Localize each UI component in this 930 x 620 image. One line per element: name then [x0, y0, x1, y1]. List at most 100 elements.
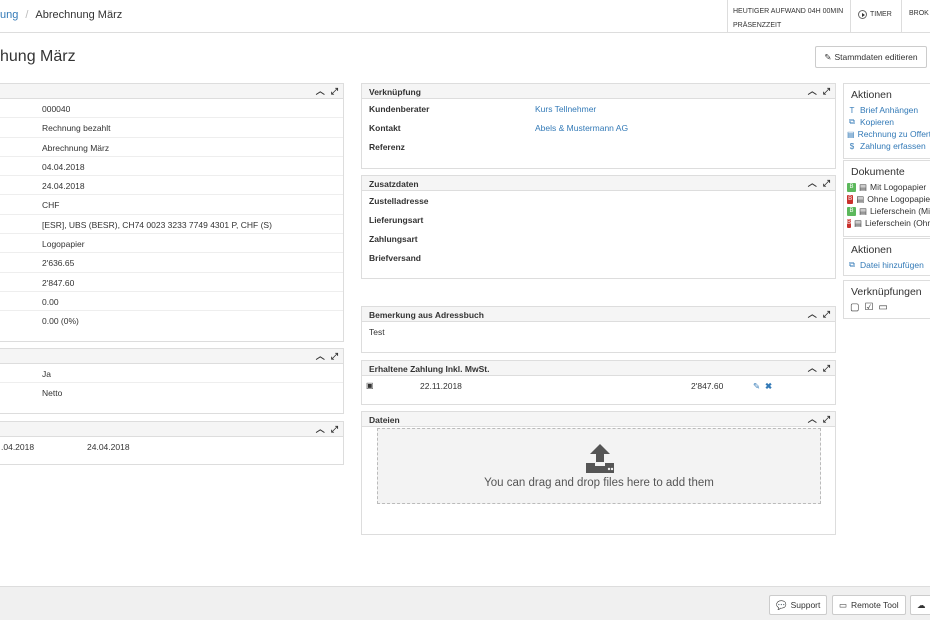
- panel-title: Bemerkung aus Adressbuch: [369, 310, 484, 320]
- chevron-up-icon[interactable]: ︿: [808, 309, 817, 319]
- effort-widget[interactable]: HEUTIGER AUFWAND 04H 00MIN PRÄSENZZEIT: [727, 0, 851, 32]
- invoice-details-panel: ︿ ⤢ 000040 Rechnung bezahlt Abrechnung Mär…: [0, 83, 344, 342]
- support-label: Support: [790, 600, 821, 610]
- panel-title: Zusatzdaten: [369, 179, 419, 189]
- dropzone-text: You can drag and drop files here to add …: [484, 477, 714, 489]
- expand-icon[interactable]: ⤢: [331, 86, 338, 96]
- cloud-button[interactable]: ☁: [910, 595, 930, 615]
- remote-label: Remote Tool: [851, 600, 899, 610]
- value: 24.04.2018: [42, 181, 85, 192]
- expand-icon[interactable]: ⤢: [331, 424, 338, 434]
- chevron-up-icon[interactable]: ︿: [808, 363, 817, 373]
- action-label: Zahlung erfassen: [860, 141, 926, 151]
- invoice-details-list: 000040 Rechnung bezahlt Abrechnung März 04.…: [0, 99, 343, 331]
- document-item[interactable]: B ▤ Ohne Logopapier: [844, 193, 930, 205]
- pdf-icon: B: [847, 194, 854, 204]
- document-item[interactable]: B ▤ Mit Logopapier: [844, 181, 930, 193]
- list-item: Briefversand: [362, 248, 835, 267]
- support-button[interactable]: 💬 Support: [769, 595, 828, 615]
- pdf-icon: B: [847, 206, 856, 216]
- field-label: Kontakt: [369, 123, 401, 133]
- value: 2'636.65: [42, 258, 75, 269]
- list-item: Logopapier: [0, 234, 343, 254]
- zusatzdaten-panel: Zusatzdaten ︿ ⤢ Zustelladresse Lieferung…: [361, 175, 836, 279]
- action-label: Datei hinzufügen: [860, 260, 924, 270]
- field-label: Briefversand: [369, 253, 421, 263]
- list-item: Zahlungsart: [362, 229, 835, 248]
- edit-icon[interactable]: ✎: [753, 381, 760, 392]
- documents-box: Dokumente B ▤ Mit Logopapier B ▤ Ohne Logopa…: [843, 160, 930, 237]
- document-item[interactable]: B ▤ Lieferschein (Mit: [844, 205, 930, 217]
- convert-offer-action[interactable]: ▤ Rechnung zu Offerte: [844, 128, 930, 140]
- expand-icon[interactable]: ⤢: [331, 351, 338, 361]
- value: Logopapier: [42, 239, 85, 250]
- broker-menu[interactable]: BROK: [901, 0, 929, 32]
- remote-tool-button[interactable]: ▭ Remote Tool: [832, 595, 906, 615]
- breadcrumb-current: Abrechnung März: [35, 9, 123, 21]
- field-label: Referenz: [369, 142, 405, 152]
- panel-tools: ︿ ⤢: [316, 424, 338, 434]
- links-title: Verknüpfungen: [851, 286, 922, 298]
- cloud-icon: ☁: [917, 599, 926, 610]
- list-item: CHF: [0, 195, 343, 215]
- field-label: Lieferungsart: [369, 215, 424, 225]
- delete-icon[interactable]: ✖: [765, 381, 772, 392]
- chevron-up-icon[interactable]: ︿: [808, 86, 817, 96]
- expand-icon[interactable]: ⤢: [823, 363, 830, 373]
- panel-tools: ︿ ⤢: [808, 309, 830, 319]
- value: 0.00 (0%): [42, 316, 79, 327]
- list-item: Referenz: [362, 137, 835, 156]
- advisor-link[interactable]: Kurs Tellnehmer: [535, 104, 596, 114]
- value: 0.00: [42, 296, 59, 307]
- panel-tools: ︿ ⤢: [808, 414, 830, 424]
- payment-panel: Erhaltene Zahlung Inkl. MwSt. ︿ ⤢ ▣ 22.1…: [361, 360, 836, 405]
- list-item: 24.04.2018: [0, 176, 343, 196]
- action-label: Brief Anhängen: [860, 105, 919, 115]
- upload-icon: [586, 444, 614, 473]
- task-icon[interactable]: ☑: [864, 302, 873, 313]
- dates-panel: ︿ ⤢ .04.2018 24.04.2018: [0, 421, 344, 465]
- list-item: 04.04.2018: [0, 157, 343, 177]
- field-label: Zustelladresse: [369, 196, 429, 206]
- attach-letter-action[interactable]: T Brief Anhängen: [844, 104, 930, 116]
- timer-button[interactable]: TIMER: [858, 10, 892, 19]
- expand-icon[interactable]: ⤢: [823, 178, 830, 188]
- list-item: Netto: [0, 383, 343, 402]
- list-item: Kundenberater Kurs Tellnehmer: [362, 99, 835, 118]
- chevron-up-icon[interactable]: ︿: [808, 178, 817, 188]
- money-icon: ▣: [366, 381, 374, 390]
- value: Abrechnung März: [42, 142, 110, 153]
- contact-link[interactable]: Abels & Mustermann AG: [535, 123, 628, 133]
- document-icon: ▤: [847, 129, 855, 139]
- add-file-action[interactable]: ⧉ Datei hinzufügen: [844, 259, 930, 271]
- record-payment-action[interactable]: $ Zahlung erfassen: [844, 140, 930, 152]
- edit-master-data-button[interactable]: ✎ Stammdaten editieren: [815, 46, 927, 68]
- calendar-icon[interactable]: ▭: [878, 302, 887, 313]
- footer-bar: 💬 Support ▭ Remote Tool ☁: [0, 586, 930, 620]
- panel-header: Dateien ︿ ⤢: [362, 412, 835, 427]
- expand-icon[interactable]: ⤢: [823, 86, 830, 96]
- expand-icon[interactable]: ⤢: [823, 309, 830, 319]
- value: Rechnung bezahlt: [42, 123, 111, 134]
- list-item: .04.2018 24.04.2018: [0, 437, 343, 456]
- panel-tools: ︿ ⤢: [808, 86, 830, 96]
- expand-icon[interactable]: ⤢: [823, 414, 830, 424]
- note-icon[interactable]: ▢: [850, 302, 859, 313]
- copy-action[interactable]: ⧉ Kopieren: [844, 116, 930, 128]
- value: CHF: [42, 200, 60, 211]
- breadcrumb-parent[interactable]: ung: [0, 9, 18, 21]
- chevron-up-icon[interactable]: ︿: [316, 424, 325, 434]
- chevron-up-icon[interactable]: ︿: [316, 86, 325, 96]
- chevron-up-icon[interactable]: ︿: [808, 414, 817, 424]
- dollar-icon: $: [849, 141, 855, 151]
- breadcrumb-separator: /: [25, 9, 29, 21]
- pdf-icon: B: [847, 218, 852, 228]
- chevron-up-icon[interactable]: ︿: [316, 351, 325, 361]
- list-item: [ESR], UBS (BESR), CH74 0023 3233 7749 4…: [0, 215, 343, 235]
- document-item[interactable]: B ▤ Lieferschein (Ohne: [844, 217, 930, 229]
- panel-title: Erhaltene Zahlung Inkl. MwSt.: [369, 364, 490, 374]
- documents-title: Dokumente: [851, 166, 905, 178]
- payment-amount: 2'847.60: [691, 381, 724, 391]
- remark-text-row: Test: [362, 322, 835, 341]
- file-dropzone[interactable]: You can drag and drop files here to add …: [377, 428, 821, 504]
